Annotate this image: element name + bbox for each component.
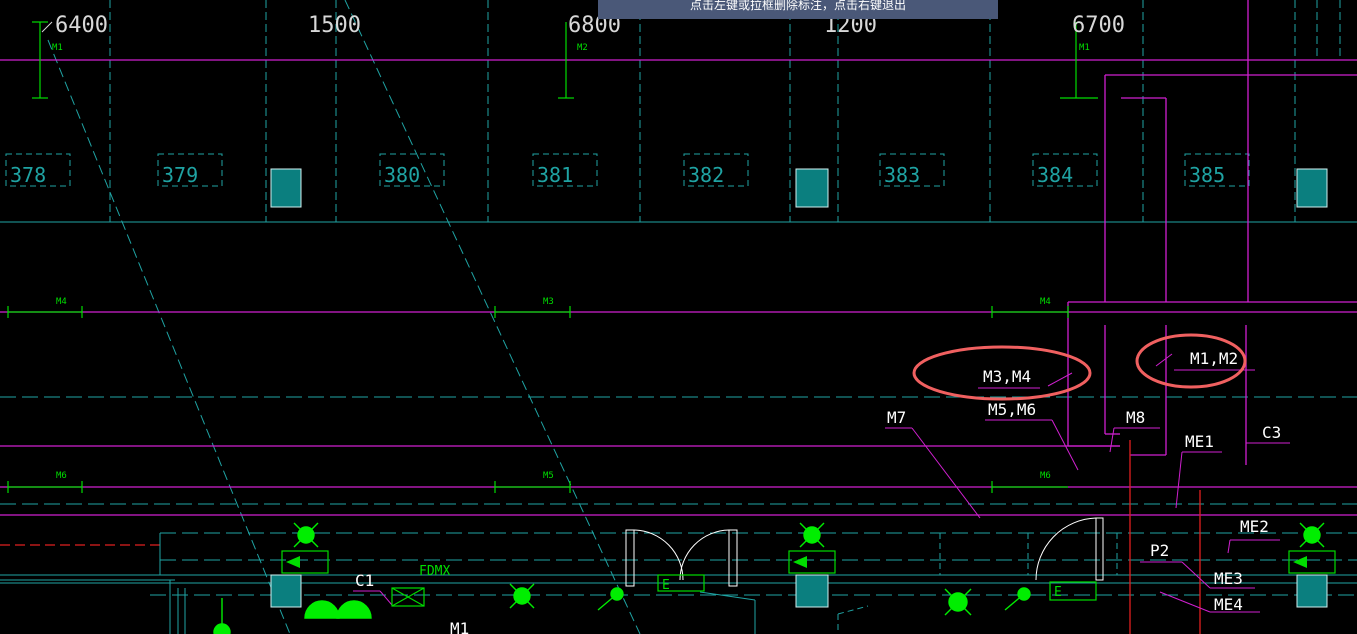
dome-light-icon bbox=[336, 600, 372, 619]
mark-label[interactable]: M4 bbox=[56, 297, 67, 307]
annotation-p2[interactable]: P2 bbox=[1150, 541, 1169, 560]
room-label[interactable]: 380 bbox=[384, 163, 420, 187]
mark-label[interactable]: M1 bbox=[52, 43, 63, 53]
annotation-m5m6[interactable]: M5,M6 bbox=[988, 400, 1036, 419]
mark-label[interactable]: M3 bbox=[543, 297, 554, 307]
room-label[interactable]: 383 bbox=[884, 163, 920, 187]
dome-light-icon bbox=[304, 600, 340, 619]
annotation-m3m4[interactable]: M3,M4 bbox=[983, 367, 1031, 386]
diagonal-dashed-lines bbox=[47, 0, 641, 634]
mark-label[interactable]: M6 bbox=[56, 471, 67, 481]
annotation-me4[interactable]: ME4 bbox=[1214, 595, 1243, 614]
annotation-c3[interactable]: C3 bbox=[1262, 423, 1281, 442]
room-labels: 378 379 380 381 382 383 384 385 bbox=[10, 163, 1225, 187]
column-block bbox=[270, 574, 302, 608]
room-label[interactable]: 384 bbox=[1037, 163, 1073, 187]
red-lines bbox=[0, 440, 1201, 634]
annotation-me3[interactable]: ME3 bbox=[1214, 569, 1243, 588]
cyan-dashed-lines bbox=[0, 396, 1357, 596]
mark-label[interactable]: M2 bbox=[577, 43, 588, 53]
green-axis-markers bbox=[7, 21, 1098, 493]
equipment-label[interactable]: E bbox=[662, 578, 670, 593]
equipment-symbols bbox=[391, 574, 1097, 607]
equipment-label[interactable]: E bbox=[1054, 585, 1062, 600]
light-fixtures bbox=[213, 522, 1325, 634]
column-block bbox=[795, 574, 829, 608]
dimension-text[interactable]: 6400 bbox=[55, 13, 108, 38]
light-fixture-icon bbox=[1004, 587, 1031, 611]
annotation-m1m2[interactable]: M1,M2 bbox=[1190, 349, 1238, 368]
cad-drawing-canvas[interactable]: 378 379 380 381 382 383 384 385 6400 150… bbox=[0, 0, 1357, 634]
column-block bbox=[1296, 168, 1328, 208]
light-fixture-icon bbox=[944, 588, 972, 616]
room-label[interactable]: 382 bbox=[688, 163, 724, 187]
room-label[interactable]: 378 bbox=[10, 163, 46, 187]
light-fixture-icon bbox=[509, 583, 535, 609]
mark-label[interactable]: M1 bbox=[1079, 43, 1090, 53]
cyan-grid-lines bbox=[0, 221, 1357, 584]
annotation-me2[interactable]: ME2 bbox=[1240, 517, 1269, 536]
small-mark-labels: M1 M2 M1 M4 M3 M4 M6 M5 M6 bbox=[52, 43, 1090, 481]
column-block bbox=[795, 168, 829, 208]
room-label[interactable]: 381 bbox=[537, 163, 573, 187]
annotation-m1-bottom[interactable]: M1 bbox=[450, 619, 469, 634]
dimension-text[interactable]: 1500 bbox=[308, 13, 361, 38]
dimension-text[interactable]: 6700 bbox=[1072, 13, 1125, 38]
room-label[interactable]: 385 bbox=[1189, 163, 1225, 187]
annotation-c1[interactable]: C1 bbox=[355, 571, 374, 590]
column-block bbox=[1296, 574, 1328, 608]
mark-label[interactable]: M5 bbox=[543, 471, 554, 481]
room-label[interactable]: 379 bbox=[162, 163, 198, 187]
status-tooltip: 点击左键或拉框删除标注，点击右键退出 bbox=[598, 0, 998, 19]
mark-label[interactable]: M4 bbox=[1040, 297, 1051, 307]
column-block bbox=[270, 168, 302, 208]
equipment-e-labels: E E bbox=[662, 578, 1062, 600]
light-fixture-icon bbox=[293, 522, 319, 548]
annotation-m7[interactable]: M7 bbox=[887, 408, 906, 427]
annotation-fdmx[interactable]: FDMX bbox=[419, 564, 450, 579]
annotation-me1[interactable]: ME1 bbox=[1185, 432, 1214, 451]
light-fixture-icon bbox=[1299, 522, 1325, 548]
mark-label[interactable]: M6 bbox=[1040, 471, 1051, 481]
door-symbols bbox=[625, 517, 1104, 587]
light-fixture-icon bbox=[799, 522, 825, 548]
light-fixture-icon bbox=[597, 587, 624, 611]
magenta-beams bbox=[0, 0, 1357, 516]
annotation-m8[interactable]: M8 bbox=[1126, 408, 1145, 427]
light-fixture-icon bbox=[213, 598, 231, 634]
